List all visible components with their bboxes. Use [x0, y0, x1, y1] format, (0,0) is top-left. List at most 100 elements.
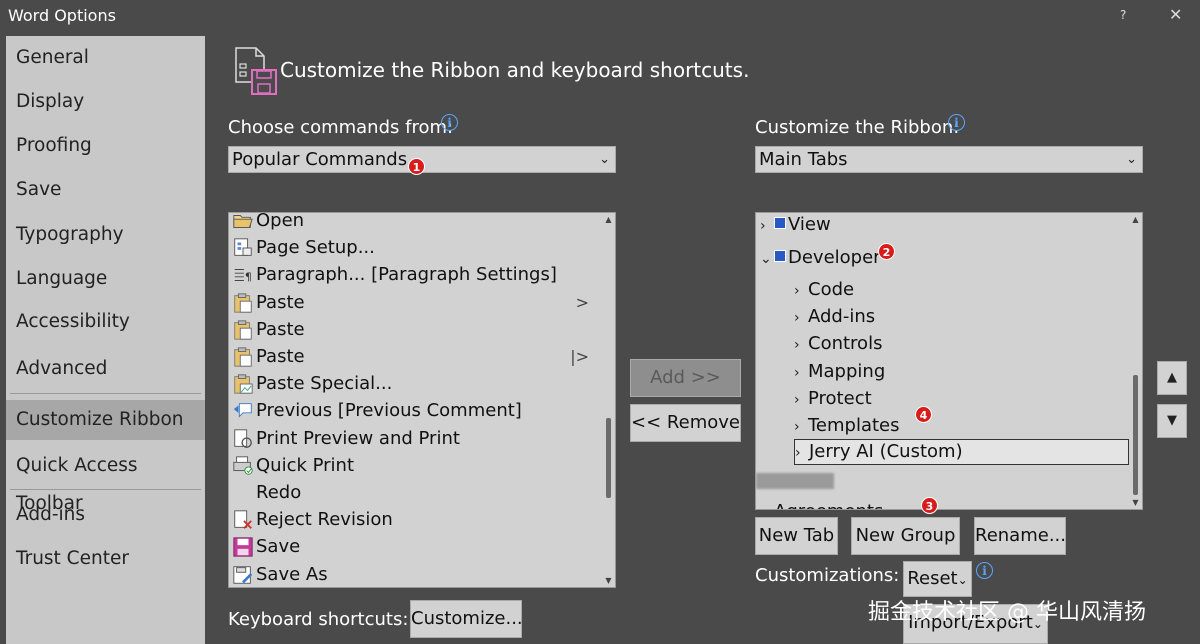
tree-item[interactable]: › Mapping — [794, 358, 885, 385]
list-item[interactable]: Quick Print — [229, 452, 599, 479]
chevron-right-icon[interactable]: › — [760, 500, 774, 509]
reset-button[interactable]: Reset⌄ — [903, 561, 972, 597]
commands-scrollbar[interactable]: ▲ ▼ — [602, 213, 615, 587]
tree-item[interactable]: › Add-ins — [794, 303, 875, 330]
scroll-up-icon[interactable]: ▲ — [603, 214, 614, 225]
help-icon[interactable]: ? — [1120, 8, 1126, 22]
tree-item-label: Add-ins — [808, 306, 876, 327]
window-title: Word Options — [8, 6, 116, 25]
tree-item-label: Protect — [808, 388, 872, 409]
customize-ribbon-label: Customize the Ribbon: — [755, 117, 960, 138]
rename-button[interactable]: Rename... — [974, 517, 1066, 555]
new-tab-button[interactable]: New Tab — [755, 517, 838, 555]
list-item[interactable]: Save As — [229, 561, 599, 587]
list-item-label: Paste — [256, 346, 305, 367]
choose-commands-value: Popular Commands — [232, 149, 408, 170]
chevron-right-icon[interactable]: › — [794, 305, 808, 332]
keyboard-shortcuts-label: Keyboard shortcuts: — [228, 609, 409, 630]
sidebar-item-add-ins[interactable]: Add-ins — [6, 496, 205, 534]
sidebar-item-advanced[interactable]: Advanced — [6, 350, 205, 388]
sidebar-item-display[interactable]: Display — [6, 83, 205, 121]
checkbox[interactable] — [774, 250, 786, 262]
svg-text:¶: ¶ — [245, 271, 252, 284]
tree-item[interactable]: › Protect — [794, 385, 872, 412]
save-icon — [233, 537, 253, 558]
list-item-label: Quick Print — [256, 454, 355, 476]
chevron-down-icon: ⌄ — [1126, 152, 1137, 167]
sidebar-item-accessibility[interactable]: Accessibility — [6, 303, 205, 341]
tree-item[interactable]: ⌄ Developer — [760, 244, 881, 271]
chevron-down-icon[interactable]: ⌄ — [760, 246, 774, 273]
folder-open-icon — [233, 215, 253, 228]
customize-shortcuts-button[interactable]: Customize... — [410, 600, 523, 638]
list-item[interactable]: ¶ Paragraph... [Paragraph Settings] — [229, 261, 599, 288]
save-as-icon — [233, 565, 253, 584]
scroll-thumb[interactable] — [606, 418, 611, 498]
info-icon[interactable]: i — [948, 114, 965, 131]
sidebar-item-save[interactable]: Save — [6, 171, 205, 209]
tree-item[interactable]: ›Agreements — [760, 498, 883, 509]
chevron-right-icon[interactable]: › — [794, 332, 808, 359]
scroll-down-icon[interactable]: ▼ — [603, 575, 614, 586]
list-item[interactable]: Paste — [229, 316, 599, 343]
list-item[interactable]: Page Setup... — [229, 234, 599, 261]
sidebar-item-general[interactable]: General — [6, 39, 205, 77]
info-icon[interactable]: i — [976, 562, 993, 579]
options-sidebar: General Display Proofing Save Typography… — [6, 36, 205, 644]
list-item-label: Paragraph... [Paragraph Settings] — [256, 264, 557, 286]
chevron-down-icon: ⌄ — [957, 573, 968, 587]
checkbox[interactable] — [774, 217, 786, 229]
sidebar-item-customize-ribbon[interactable]: Customize Ribbon — [6, 400, 205, 440]
customize-ribbon-dropdown[interactable]: Main Tabs ⌄ — [755, 146, 1143, 173]
chevron-right-icon[interactable]: › — [794, 278, 808, 305]
paste-icon — [234, 347, 252, 367]
list-item[interactable]: Paste |> — [229, 343, 599, 370]
chevron-right-icon[interactable]: › — [760, 213, 774, 240]
add-button[interactable]: Add >> — [630, 359, 741, 397]
submenu-arrow-icon: > — [575, 292, 589, 312]
list-item[interactable]: Paste Special... — [229, 370, 599, 397]
list-item[interactable]: Open — [229, 213, 599, 234]
sidebar-item-language[interactable]: Language — [6, 260, 205, 298]
chevron-right-icon[interactable]: › — [794, 360, 808, 387]
chevron-right-icon[interactable]: › — [794, 387, 808, 414]
chevron-right-icon[interactable]: › — [794, 414, 808, 441]
tree-item[interactable]: › Jerry AI (Custom) — [794, 439, 1129, 465]
annotation-badge-3: 3 — [921, 497, 938, 514]
list-item[interactable]: Print Preview and Print — [229, 425, 599, 452]
ribbon-tree-scrollbar[interactable]: ▲ ▼ — [1129, 213, 1142, 509]
tree-item[interactable]: › Code — [794, 276, 854, 303]
move-up-button[interactable]: ▲ — [1157, 361, 1187, 395]
sidebar-divider — [10, 393, 201, 394]
tree-item[interactable]: › Controls — [794, 330, 882, 357]
list-item[interactable]: Paste > — [229, 289, 599, 316]
tree-item-label: Developer — [788, 247, 881, 268]
sidebar-item-typography[interactable]: Typography — [6, 216, 205, 254]
customizations-label: Customizations: — [755, 565, 900, 586]
ribbon-tabs-tree[interactable]: › View ⌄ Developer › Code › Add-ins › Controls › Ma… — [755, 212, 1143, 510]
list-item-label: Redo — [256, 482, 302, 503]
move-down-button[interactable]: ▼ — [1157, 404, 1187, 438]
sidebar-item-quick-access-toolbar[interactable]: Quick Access Toolbar — [6, 447, 205, 514]
chevron-right-icon[interactable]: › — [795, 441, 809, 465]
obscured-item — [756, 473, 834, 489]
new-group-button[interactable]: New Group — [851, 517, 960, 555]
list-item[interactable]: Save — [229, 533, 599, 560]
info-icon[interactable]: i — [441, 114, 458, 131]
sidebar-item-trust-center[interactable]: Trust Center — [6, 540, 205, 578]
tree-item[interactable]: › Templates — [794, 412, 900, 439]
list-item[interactable]: Redo — [229, 479, 599, 506]
scroll-up-icon[interactable]: ▲ — [1130, 214, 1141, 225]
tree-item[interactable]: › View — [760, 213, 831, 240]
remove-button[interactable]: << Remove — [630, 404, 741, 442]
scroll-down-icon[interactable]: ▼ — [1130, 497, 1141, 508]
paragraph-icon: ¶ — [234, 269, 252, 284]
list-item[interactable]: Reject Revision — [229, 506, 599, 533]
list-item[interactable]: Previous [Previous Comment] — [229, 397, 599, 424]
scroll-thumb[interactable] — [1133, 375, 1138, 495]
commands-list[interactable]: Open Page Setup... ¶ Paragraph... [Paragrap… — [228, 212, 616, 588]
sidebar-item-proofing[interactable]: Proofing — [6, 127, 205, 165]
close-icon[interactable]: ✕ — [1169, 5, 1182, 24]
page-heading: Customize the Ribbon and keyboard shortc… — [280, 58, 750, 82]
list-item-label: Reject Revision — [256, 509, 393, 531]
